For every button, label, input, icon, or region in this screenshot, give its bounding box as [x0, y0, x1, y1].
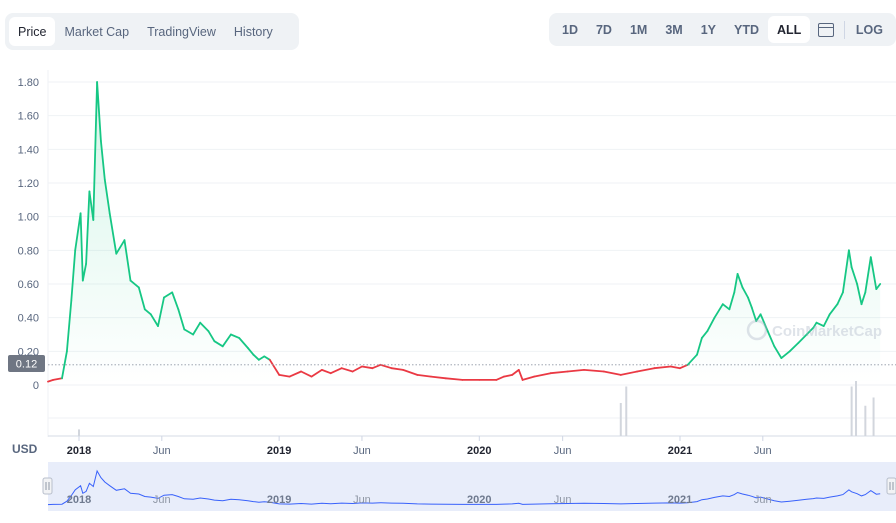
- navigator-right-handle[interactable]: [886, 477, 896, 495]
- x-tick-label: 2021: [668, 445, 692, 457]
- y-tick-label: 1.60: [18, 111, 39, 123]
- y-tick-label: 0.40: [18, 313, 39, 325]
- navigator-tick-label: 2019: [267, 494, 291, 506]
- x-tick-label: 2019: [267, 445, 291, 457]
- y-tick-label: 0.60: [18, 279, 39, 291]
- x-tick-label: Jun: [153, 445, 171, 457]
- navigator-tick-label: 2021: [668, 494, 692, 506]
- x-tick-label: Jun: [353, 445, 371, 457]
- watermark-text: CoinMarketCap: [772, 323, 882, 340]
- current-price-label: 0.12: [16, 359, 37, 371]
- y-tick-label: 1.00: [18, 212, 39, 224]
- y-tick-label: 1.40: [18, 144, 39, 156]
- navigator-tick-label: Jun: [353, 494, 371, 506]
- y-tick-label: 1.20: [18, 178, 39, 190]
- volume-bar: [78, 429, 80, 436]
- navigator-tick-label: Jun: [554, 494, 572, 506]
- x-tick-label: Jun: [554, 445, 572, 457]
- x-tick-label: 2018: [67, 445, 91, 457]
- x-tick-label: 2020: [467, 445, 491, 457]
- navigator-left-handle[interactable]: [42, 477, 53, 495]
- navigator-tick-label: Jun: [754, 494, 772, 506]
- currency-label: USD: [12, 442, 38, 456]
- y-tick-label: 0: [33, 380, 39, 392]
- y-tick-label: 0.80: [18, 245, 39, 257]
- range-navigator[interactable]: 2018 Jun 2019 Jun 2020 Jun 2021 Jun: [42, 462, 896, 511]
- navigator-tick-label: 2020: [467, 494, 491, 506]
- volume-bar: [864, 405, 867, 436]
- y-tick-label: 0.20: [18, 346, 39, 358]
- volume-bar: [619, 403, 622, 436]
- x-tick-label: Jun: [754, 445, 772, 457]
- volume-bar: [625, 386, 628, 436]
- navigator-tick-label: Jun: [153, 494, 171, 506]
- price-chart: 0.12 CoinMarketCap 0 0.20 0.40 0.60 0.80 1.00…: [8, 70, 896, 511]
- volume-bar: [850, 386, 853, 436]
- y-tick-label: 1.80: [18, 77, 39, 89]
- navigator-tick-label: 2018: [67, 494, 91, 506]
- volume-bar: [872, 397, 875, 436]
- volume-bar: [855, 381, 858, 436]
